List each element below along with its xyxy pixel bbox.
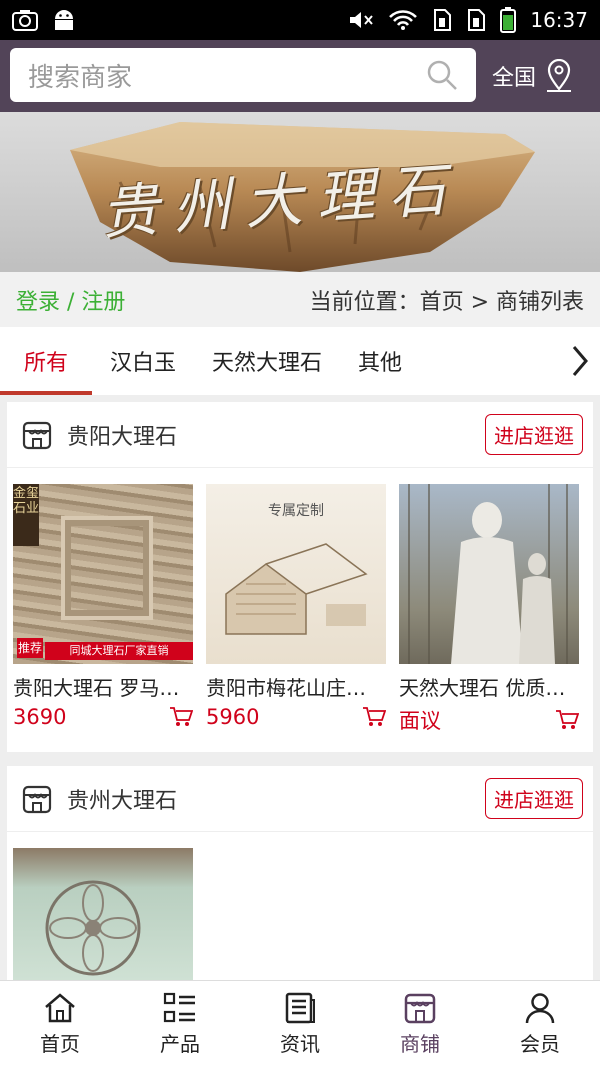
product-list: 金玺石业 推荐 同城大理石厂家直销 贵阳大理石 罗马… 3690 专属定制 贵阳… bbox=[7, 468, 593, 735]
tab-hanbaiyu[interactable]: 汉白玉 bbox=[92, 327, 194, 395]
android-icon bbox=[55, 10, 73, 30]
banner[interactable]: 贵州大理石 bbox=[0, 112, 600, 272]
search-input[interactable]: 搜索商家 bbox=[10, 48, 476, 102]
tab-all[interactable]: 所有 bbox=[0, 327, 92, 395]
breadcrumb: 当前位置：首页 > 商铺列表 bbox=[309, 289, 584, 315]
search-icon[interactable] bbox=[426, 59, 458, 91]
shop-card: 贵州大理石 进店逛逛 bbox=[7, 766, 593, 980]
sim1-icon bbox=[434, 9, 452, 31]
product-item[interactable]: 金玺石业 推荐 同城大理石厂家直销 贵阳大理石 罗马… 3690 bbox=[13, 484, 193, 735]
product-image bbox=[13, 848, 193, 980]
nav-products[interactable]: 产品 bbox=[120, 981, 240, 1067]
product-item[interactable]: 天然大理石 优质… 面议 bbox=[399, 484, 579, 735]
user-icon bbox=[525, 992, 555, 1023]
bottom-nav: 首页 产品 资讯 商铺 会员 bbox=[0, 980, 600, 1067]
shop-name: 贵阳大理石 bbox=[67, 424, 178, 450]
battery-icon bbox=[500, 7, 517, 33]
screenshot-icon bbox=[12, 10, 38, 31]
nav-home[interactable]: 首页 bbox=[0, 981, 120, 1067]
nav-home-label: 首页 bbox=[40, 1031, 80, 1056]
nav-news-label: 资讯 bbox=[280, 1031, 320, 1056]
search-placeholder: 搜索商家 bbox=[28, 62, 133, 93]
product-price: 5960 bbox=[206, 705, 260, 729]
login-register-link[interactable]: 登录 / 注册 bbox=[16, 284, 125, 316]
panel-frame bbox=[61, 516, 153, 620]
region-label: 全国 bbox=[492, 66, 537, 91]
chevron-right-icon[interactable] bbox=[570, 343, 590, 379]
mute-icon bbox=[350, 12, 374, 28]
nav-shops[interactable]: 商铺 bbox=[360, 981, 480, 1067]
wifi-icon bbox=[389, 10, 418, 30]
product-title: 天然大理石 优质… bbox=[399, 676, 566, 700]
tab-natural-marble[interactable]: 天然大理石 bbox=[194, 327, 340, 395]
header-bar: 搜索商家 全国 bbox=[0, 40, 600, 112]
enter-shop-button[interactable]: 进店逛逛 bbox=[485, 778, 583, 819]
product-item[interactable] bbox=[13, 848, 193, 980]
clock: 16:37 bbox=[530, 8, 588, 32]
product-title: 贵阳大理石 罗马… bbox=[13, 676, 180, 700]
shop-name: 贵州大理石 bbox=[67, 788, 178, 814]
product-image: 金玺石业 推荐 同城大理石厂家直销 bbox=[13, 484, 193, 664]
product-price: 3690 bbox=[13, 705, 67, 729]
floor-medallion bbox=[45, 880, 141, 976]
shop-card-header: 贵州大理石 进店逛逛 bbox=[7, 766, 593, 832]
list-icon bbox=[163, 992, 195, 1022]
sim2-icon bbox=[468, 9, 486, 31]
shop-icon bbox=[404, 993, 436, 1023]
statue-figure bbox=[408, 484, 568, 664]
status-bar: 16:37 bbox=[0, 0, 600, 40]
region-selector[interactable]: 全国 bbox=[492, 40, 574, 112]
crumb-bar: 登录 / 注册 当前位置：首页 > 商铺列表 bbox=[0, 272, 600, 327]
nav-shops-label: 商铺 bbox=[400, 1031, 440, 1056]
brand-tag: 金玺石业 bbox=[13, 484, 39, 546]
product-title: 贵阳市梅花山庄… bbox=[206, 676, 366, 700]
tab-other[interactable]: 其他 bbox=[340, 327, 420, 395]
nav-news[interactable]: 资讯 bbox=[240, 981, 360, 1067]
nav-member-label: 会员 bbox=[520, 1031, 560, 1056]
cart-icon[interactable] bbox=[169, 706, 193, 728]
nav-products-label: 产品 bbox=[160, 1031, 200, 1056]
news-icon bbox=[285, 992, 315, 1023]
promo-banner: 同城大理石厂家直销 bbox=[45, 642, 193, 660]
shop-icon bbox=[22, 421, 52, 449]
category-tabs: 所有 汉白玉 天然大理石 其他 bbox=[0, 327, 600, 395]
location-pin-icon bbox=[547, 59, 572, 92]
recommend-badge: 推荐 bbox=[17, 638, 43, 658]
product-list bbox=[7, 832, 593, 980]
cart-icon[interactable] bbox=[362, 706, 386, 728]
shop-icon bbox=[22, 785, 52, 813]
product-image: 专属定制 bbox=[206, 484, 386, 664]
product-price: 面议 bbox=[399, 709, 441, 733]
product-image bbox=[399, 484, 579, 664]
enter-shop-button[interactable]: 进店逛逛 bbox=[485, 414, 583, 455]
home-icon bbox=[45, 992, 75, 1022]
nav-member[interactable]: 会员 bbox=[480, 981, 600, 1067]
product-item[interactable]: 专属定制 贵阳市梅花山庄… 5960 bbox=[206, 484, 386, 735]
shop-card-header: 贵阳大理石 进店逛逛 bbox=[7, 402, 593, 468]
house-sketch bbox=[225, 543, 368, 635]
cart-icon[interactable] bbox=[555, 709, 579, 731]
shop-card: 贵阳大理石 进店逛逛 金玺石业 推荐 同城大理石厂家直销 贵阳大理石 罗马… 3… bbox=[7, 402, 593, 752]
